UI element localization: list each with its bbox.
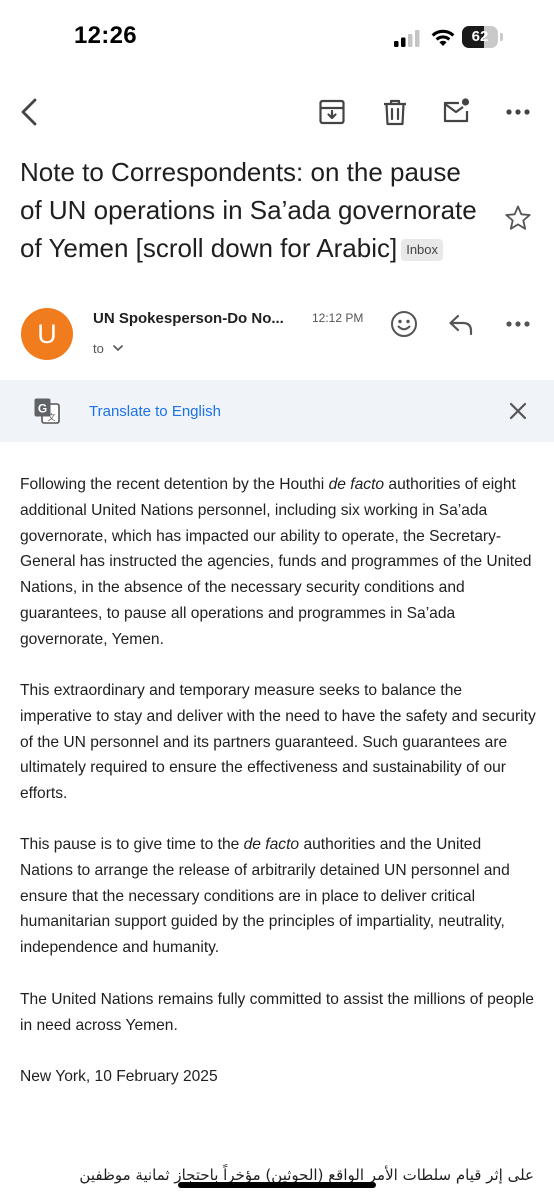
more-vert-icon[interactable] (503, 97, 533, 127)
translate-link[interactable]: Translate to English (89, 403, 221, 420)
body-paragraph-4: The United Nations remains fully committ… (20, 991, 534, 1034)
subject-line: of Yemen [scroll down for Arabic] (20, 233, 398, 263)
recipients-toggle[interactable]: to (93, 340, 124, 356)
svg-text:文: 文 (48, 412, 56, 422)
email-time: 12:12 PM (312, 311, 364, 325)
translate-bar (0, 380, 554, 442)
close-icon[interactable] (505, 398, 531, 424)
to-label: to (93, 341, 104, 356)
subject-line: Note to Correspondents: on the pause (20, 157, 461, 187)
mark-unread-icon[interactable] (441, 96, 471, 126)
body-dateline: New York, 10 February 2025 (20, 1068, 218, 1085)
cellular-signal-icon (393, 29, 421, 47)
svg-text:G: G (38, 402, 47, 416)
battery-indicator: 62 (462, 26, 504, 48)
subject-line: of UN operations in Sa’ada governorate (20, 195, 477, 225)
star-icon[interactable] (503, 203, 533, 233)
message-more-icon[interactable] (503, 309, 533, 339)
reply-icon[interactable] (446, 310, 476, 340)
chevron-down-icon (113, 340, 124, 355)
email-subject: Note to Correspondents: on the pause of … (20, 153, 490, 267)
body-paragraph-2: This extraordinary and temporary measure… (20, 682, 536, 803)
sender-avatar[interactable]: U (21, 308, 73, 360)
trash-icon[interactable] (380, 97, 410, 127)
sender-name[interactable]: UN Spokesperson-Do No... (93, 310, 284, 327)
google-translate-icon: G 文 (33, 397, 61, 425)
inbox-label-badge[interactable]: Inbox (401, 239, 444, 261)
body-paragraph-1: Following the recent detention by the Ho… (20, 476, 532, 648)
wifi-icon (430, 27, 456, 47)
status-time: 12:26 (74, 22, 137, 49)
archive-icon[interactable] (317, 97, 347, 127)
emoji-reaction-icon[interactable] (389, 309, 419, 339)
back-arrow-icon[interactable] (16, 97, 46, 127)
body-paragraph-3: This pause is to give time to the de fac… (20, 836, 510, 957)
battery-percent: 62 (471, 28, 489, 45)
home-indicator[interactable] (178, 1182, 376, 1188)
